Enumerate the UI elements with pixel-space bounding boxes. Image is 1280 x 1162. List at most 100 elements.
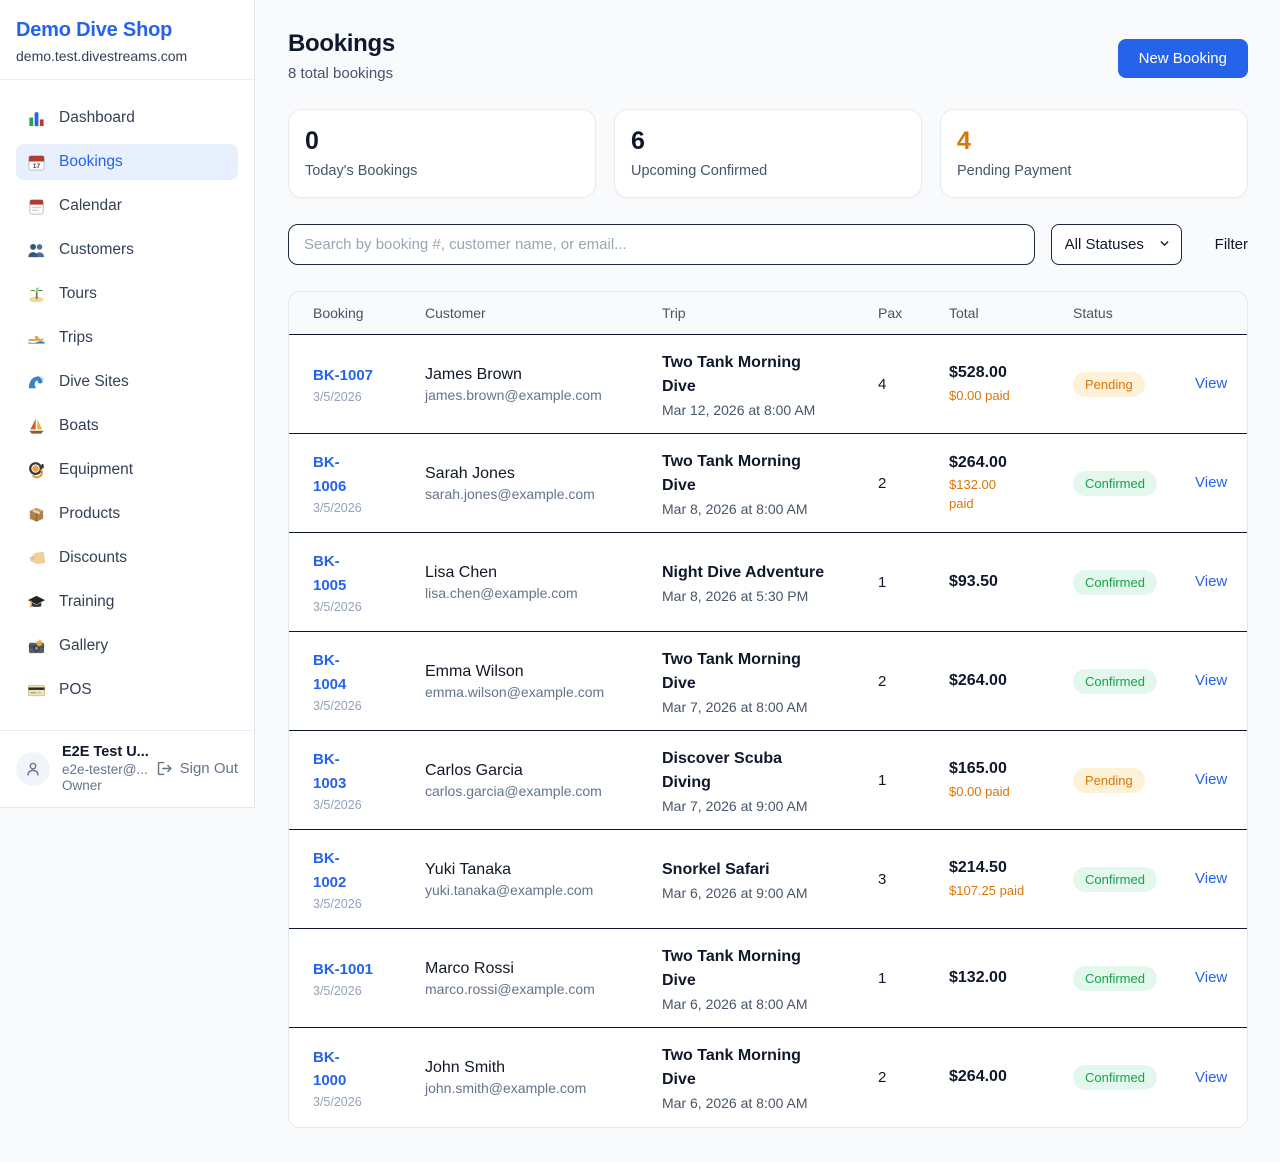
pax-count: 1: [878, 574, 949, 591]
total-amount: $264.00: [949, 670, 1061, 692]
booking-id-link[interactable]: BK-1001: [313, 958, 373, 981]
sidebar-item-boats[interactable]: Boats: [16, 408, 238, 444]
filter-button[interactable]: Filter: [1215, 236, 1248, 253]
customer-name: John Smith: [425, 1059, 650, 1077]
customer-cell: Lisa Chen lisa.chen@example.com: [425, 564, 662, 601]
new-booking-button[interactable]: New Booking: [1118, 39, 1248, 78]
sidebar-item-training[interactable]: Training: [16, 584, 238, 620]
booking-date: 3/5/2026: [313, 897, 413, 911]
booking-id-link[interactable]: BK-1003: [313, 748, 346, 795]
sidebar-item-tours[interactable]: Tours: [16, 276, 238, 312]
pax-count: 4: [878, 376, 949, 393]
total-cell: $214.50 $107.25 paid: [949, 857, 1073, 900]
table-row: BK-1002 3/5/2026 Yuki Tanaka yuki.tanaka…: [289, 830, 1247, 929]
sidebar-item-equipment[interactable]: Equipment: [16, 452, 238, 488]
page-title: Bookings: [288, 30, 395, 58]
booking-id-link[interactable]: BK-1007: [313, 364, 373, 387]
booking-id-link[interactable]: BK-1006: [313, 451, 346, 498]
trip-cell: Two Tank Morning Dive Mar 6, 2026 at 8:0…: [662, 1044, 878, 1111]
view-link[interactable]: View: [1195, 969, 1227, 986]
table-header-row: Booking Customer Trip Pax Total Status: [289, 292, 1247, 335]
sidebar-item-pos[interactable]: POS: [16, 672, 238, 708]
trip-name: Two Tank Morning Dive: [662, 1044, 834, 1092]
status-badge: Confirmed: [1073, 570, 1157, 595]
sidebar-item-dashboard[interactable]: Dashboard: [16, 100, 238, 136]
sidebar-item-discounts[interactable]: Discounts: [16, 540, 238, 576]
sidebar-item-dive-sites[interactable]: Dive Sites: [16, 364, 238, 400]
view-link[interactable]: View: [1195, 573, 1227, 590]
trip-cell: Night Dive Adventure Mar 8, 2026 at 5:30…: [662, 561, 878, 604]
status-select[interactable]: All Statuses: [1051, 224, 1182, 265]
table-row: BK-1006 3/5/2026 Sarah Jones sarah.jones…: [289, 434, 1247, 533]
customer-email: sarah.jones@example.com: [425, 486, 650, 502]
total-cell: $264.00: [949, 1066, 1073, 1088]
booking-date: 3/5/2026: [313, 984, 413, 998]
stat-card-pending-payment: 4 Pending Payment: [940, 109, 1248, 198]
island-icon: [27, 285, 46, 304]
sidebar: Demo Dive Shop demo.test.divestreams.com…: [0, 0, 255, 808]
total-amount: $93.50: [949, 571, 1061, 593]
customer-name: Sarah Jones: [425, 465, 650, 483]
pax-count: 2: [878, 1069, 949, 1086]
view-link[interactable]: View: [1195, 672, 1227, 689]
booking-id-link[interactable]: BK-1004: [313, 649, 346, 696]
customer-name: Marco Rossi: [425, 960, 650, 978]
trip-cell: Two Tank Morning Dive Mar 7, 2026 at 8:0…: [662, 648, 878, 715]
customer-name: James Brown: [425, 366, 650, 384]
booking-cell: BK-1002 3/5/2026: [313, 847, 425, 911]
col-header-trip: Trip: [662, 305, 878, 321]
sidebar-item-trips[interactable]: Trips: [16, 320, 238, 356]
sidebar-item-customers[interactable]: Customers: [16, 232, 238, 268]
actions-cell: View: [1195, 969, 1247, 987]
view-link[interactable]: View: [1195, 870, 1227, 887]
total-cell: $132.00: [949, 967, 1073, 989]
sidebar-item-bookings[interactable]: 17 Bookings: [16, 144, 238, 180]
sidebar-item-label: Dashboard: [59, 109, 135, 127]
sidebar-item-label: POS: [59, 681, 92, 699]
dive-mask-icon: [27, 461, 46, 480]
status-badge: Confirmed: [1073, 1065, 1157, 1090]
actions-cell: View: [1195, 375, 1247, 393]
booking-id-link[interactable]: BK-1005: [313, 550, 346, 597]
booking-cell: BK-1007 3/5/2026: [313, 364, 425, 404]
stat-card-todays-bookings: 0 Today's Bookings: [288, 109, 596, 198]
customer-email: lisa.chen@example.com: [425, 585, 650, 601]
view-link[interactable]: View: [1195, 375, 1227, 392]
status-cell: Confirmed: [1073, 1065, 1195, 1090]
sidebar-item-label: Equipment: [59, 461, 133, 479]
view-link[interactable]: View: [1195, 1069, 1227, 1086]
status-badge: Confirmed: [1073, 669, 1157, 694]
table-row: BK-1003 3/5/2026 Carlos Garcia carlos.ga…: [289, 731, 1247, 830]
trip-datetime: Mar 12, 2026 at 8:00 AM: [662, 402, 866, 418]
customer-cell: John Smith john.smith@example.com: [425, 1059, 662, 1096]
sign-out-button[interactable]: Sign Out: [156, 760, 238, 777]
total-cell: $264.00 $132.00paid: [949, 452, 1073, 514]
customer-cell: Sarah Jones sarah.jones@example.com: [425, 465, 662, 502]
col-header-status: Status: [1073, 305, 1195, 321]
booking-cell: BK-1005 3/5/2026: [313, 550, 425, 614]
trip-cell: Snorkel Safari Mar 6, 2026 at 9:00 AM: [662, 858, 878, 901]
stat-value: 4: [957, 127, 1231, 156]
paid-amount: $0.00 paid: [949, 387, 1061, 406]
actions-cell: View: [1195, 474, 1247, 492]
view-link[interactable]: View: [1195, 474, 1227, 491]
customer-email: yuki.tanaka@example.com: [425, 882, 650, 898]
shop-domain: demo.test.divestreams.com: [16, 48, 238, 64]
trip-datetime: Mar 6, 2026 at 8:00 AM: [662, 1095, 866, 1111]
sidebar-item-calendar[interactable]: Calendar: [16, 188, 238, 224]
sidebar-item-label: Boats: [59, 417, 99, 435]
table-body: BK-1007 3/5/2026 James Brown james.brown…: [289, 335, 1247, 1127]
trip-cell: Two Tank Morning Dive Mar 12, 2026 at 8:…: [662, 351, 878, 418]
sidebar-item-gallery[interactable]: Gallery: [16, 628, 238, 664]
pax-count: 3: [878, 871, 949, 888]
search-input[interactable]: [288, 224, 1035, 265]
sidebar-item-products[interactable]: Products: [16, 496, 238, 532]
booking-date: 3/5/2026: [313, 390, 413, 404]
booking-id-link[interactable]: BK-1000: [313, 1046, 346, 1093]
status-cell: Pending: [1073, 372, 1195, 397]
sidebar-item-label: Customers: [59, 241, 134, 259]
booking-id-link[interactable]: BK-1002: [313, 847, 346, 894]
view-link[interactable]: View: [1195, 771, 1227, 788]
trip-name: Two Tank Morning Dive: [662, 648, 834, 696]
sign-out-label: Sign Out: [180, 760, 238, 777]
